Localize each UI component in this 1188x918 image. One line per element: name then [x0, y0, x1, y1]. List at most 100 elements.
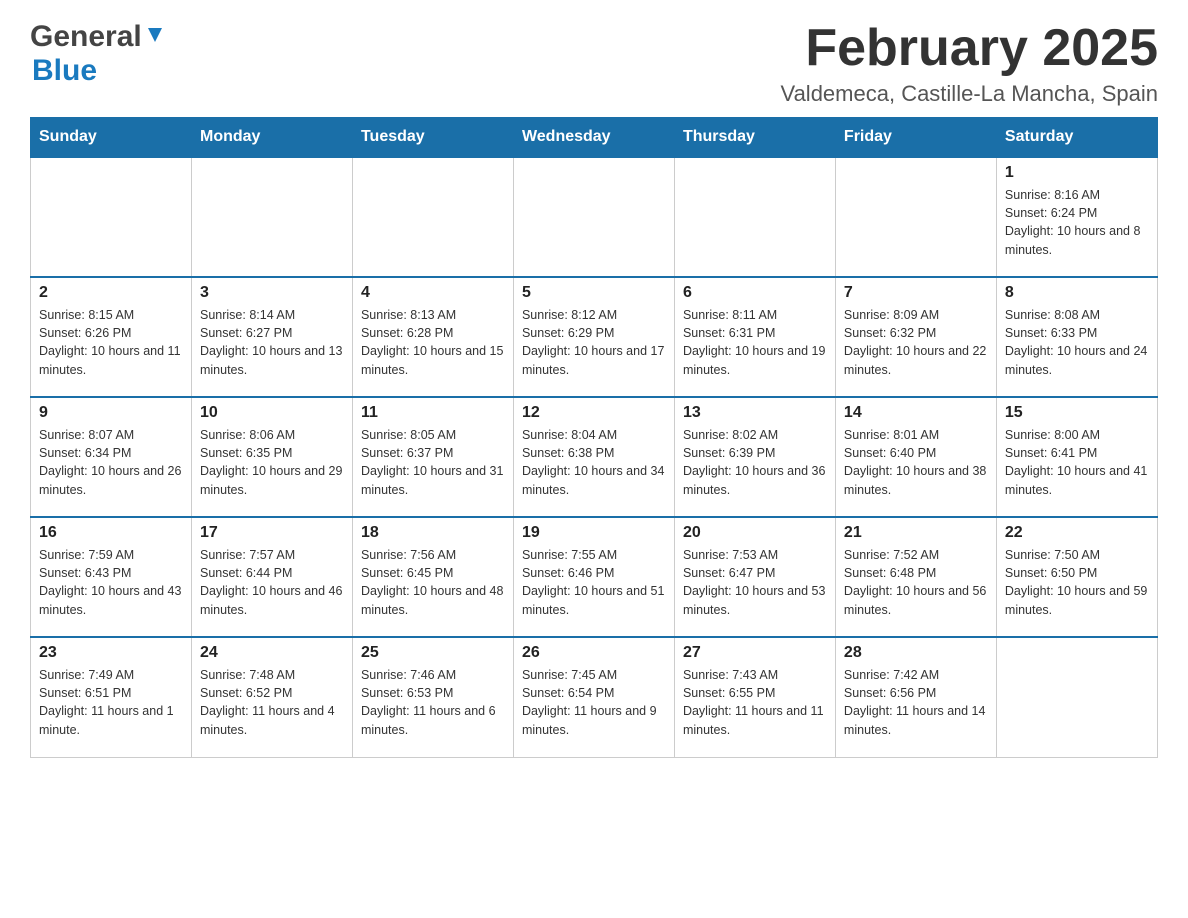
calendar-day: 17 Sunrise: 7:57 AMSunset: 6:44 PMDayligh… [191, 517, 352, 637]
calendar-day: 26Sunrise: 7:45 AMSunset: 6:54 PMDayligh… [513, 637, 674, 757]
day-info: Sunrise: 7:59 AMSunset: 6:43 PMDaylight:… [39, 546, 183, 619]
calendar-title: February 2025 [781, 20, 1158, 77]
calendar-day [191, 157, 352, 277]
day-info: Sunrise: 7:48 AMSunset: 6:52 PMDaylight:… [200, 666, 344, 739]
col-friday: Friday [835, 118, 996, 158]
calendar-day: 1 Sunrise: 8:16 AMSunset: 6:24 PMDaylight… [996, 157, 1157, 277]
day-number: 14 [844, 404, 988, 422]
day-number: 22 [1005, 524, 1149, 542]
day-info: Sunrise: 7:46 AMSunset: 6:53 PMDaylight:… [361, 666, 505, 739]
calendar-day: 13 Sunrise: 8:02 AMSunset: 6:39 PMDayligh… [674, 397, 835, 517]
calendar-day [513, 157, 674, 277]
day-info: Sunrise: 7:57 AMSunset: 6:44 PMDaylight:… [200, 546, 344, 619]
calendar-week-3: 9Sunrise: 8:07 AMSunset: 6:34 PMDaylight… [31, 397, 1158, 517]
calendar-day: 18Sunrise: 7:56 AMSunset: 6:45 PMDayligh… [352, 517, 513, 637]
day-info: Sunrise: 8:02 AMSunset: 6:39 PMDaylight:… [683, 426, 827, 499]
calendar-day [996, 637, 1157, 757]
calendar-day: 25Sunrise: 7:46 AMSunset: 6:53 PMDayligh… [352, 637, 513, 757]
day-info: Sunrise: 8:08 AMSunset: 6:33 PMDaylight:… [1005, 306, 1149, 379]
day-number: 18 [361, 524, 505, 542]
day-number: 26 [522, 644, 666, 662]
day-number: 2 [39, 284, 183, 302]
page-header: General Blue February 2025 Valdemeca, Ca… [30, 20, 1158, 107]
days-of-week-row: Sunday Monday Tuesday Wednesday Thursday… [31, 118, 1158, 158]
day-info: Sunrise: 7:43 AMSunset: 6:55 PMDaylight:… [683, 666, 827, 739]
calendar-day: 8 Sunrise: 8:08 AMSunset: 6:33 PMDaylight… [996, 277, 1157, 397]
calendar-day: 16 Sunrise: 7:59 AMSunset: 6:43 PMDayligh… [31, 517, 192, 637]
day-number: 15 [1005, 404, 1149, 422]
day-info: Sunrise: 7:50 AMSunset: 6:50 PMDaylight:… [1005, 546, 1149, 619]
calendar-day [31, 157, 192, 277]
calendar-week-2: 2Sunrise: 8:15 AMSunset: 6:26 PMDaylight… [31, 277, 1158, 397]
logo-general-text: General [30, 20, 142, 54]
day-number: 6 [683, 284, 827, 302]
calendar-day: 24 Sunrise: 7:48 AMSunset: 6:52 PMDayligh… [191, 637, 352, 757]
col-thursday: Thursday [674, 118, 835, 158]
calendar-day: 20 Sunrise: 7:53 AMSunset: 6:47 PMDayligh… [674, 517, 835, 637]
day-info: Sunrise: 8:09 AMSunset: 6:32 PMDaylight:… [844, 306, 988, 379]
calendar-day: 10 Sunrise: 8:06 AMSunset: 6:35 PMDayligh… [191, 397, 352, 517]
day-number: 20 [683, 524, 827, 542]
day-info: Sunrise: 8:16 AMSunset: 6:24 PMDaylight:… [1005, 186, 1149, 259]
day-number: 12 [522, 404, 666, 422]
calendar-table: Sunday Monday Tuesday Wednesday Thursday… [30, 117, 1158, 758]
calendar-day: 12 Sunrise: 8:04 AMSunset: 6:38 PMDayligh… [513, 397, 674, 517]
calendar-day: 4 Sunrise: 8:13 AMSunset: 6:28 PMDaylight… [352, 277, 513, 397]
calendar-day: 6Sunrise: 8:11 AMSunset: 6:31 PMDaylight… [674, 277, 835, 397]
day-number: 13 [683, 404, 827, 422]
day-number: 11 [361, 404, 505, 422]
logo-arrow-icon [144, 24, 166, 46]
day-number: 16 [39, 524, 183, 542]
calendar-day [674, 157, 835, 277]
calendar-day: 19 Sunrise: 7:55 AMSunset: 6:46 PMDayligh… [513, 517, 674, 637]
day-number: 4 [361, 284, 505, 302]
day-info: Sunrise: 7:49 AMSunset: 6:51 PMDaylight:… [39, 666, 183, 739]
day-info: Sunrise: 8:07 AMSunset: 6:34 PMDaylight:… [39, 426, 183, 499]
day-number: 7 [844, 284, 988, 302]
day-info: Sunrise: 7:53 AMSunset: 6:47 PMDaylight:… [683, 546, 827, 619]
calendar-day: 9Sunrise: 8:07 AMSunset: 6:34 PMDaylight… [31, 397, 192, 517]
day-number: 24 [200, 644, 344, 662]
calendar-day: 2Sunrise: 8:15 AMSunset: 6:26 PMDaylight… [31, 277, 192, 397]
calendar-day: 5Sunrise: 8:12 AMSunset: 6:29 PMDaylight… [513, 277, 674, 397]
calendar-day: 27Sunrise: 7:43 AMSunset: 6:55 PMDayligh… [674, 637, 835, 757]
day-number: 10 [200, 404, 344, 422]
logo: General Blue [30, 20, 166, 88]
col-tuesday: Tuesday [352, 118, 513, 158]
calendar-day: 22 Sunrise: 7:50 AMSunset: 6:50 PMDayligh… [996, 517, 1157, 637]
calendar-day: 28 Sunrise: 7:42 AMSunset: 6:56 PMDayligh… [835, 637, 996, 757]
calendar-day: 3Sunrise: 8:14 AMSunset: 6:27 PMDaylight… [191, 277, 352, 397]
day-info: Sunrise: 8:01 AMSunset: 6:40 PMDaylight:… [844, 426, 988, 499]
day-number: 19 [522, 524, 666, 542]
day-info: Sunrise: 8:14 AMSunset: 6:27 PMDaylight:… [200, 306, 344, 379]
logo-blue-line: Blue [30, 54, 97, 88]
col-saturday: Saturday [996, 118, 1157, 158]
logo-blue-text: Blue [32, 54, 97, 87]
calendar-day: 14 Sunrise: 8:01 AMSunset: 6:40 PMDayligh… [835, 397, 996, 517]
day-number: 8 [1005, 284, 1149, 302]
calendar-header: Sunday Monday Tuesday Wednesday Thursday… [31, 118, 1158, 158]
calendar-day: 21Sunrise: 7:52 AMSunset: 6:48 PMDayligh… [835, 517, 996, 637]
day-number: 17 [200, 524, 344, 542]
calendar-body: 1 Sunrise: 8:16 AMSunset: 6:24 PMDaylight… [31, 157, 1158, 757]
calendar-day [835, 157, 996, 277]
calendar-week-1: 1 Sunrise: 8:16 AMSunset: 6:24 PMDaylight… [31, 157, 1158, 277]
calendar-week-4: 16 Sunrise: 7:59 AMSunset: 6:43 PMDayligh… [31, 517, 1158, 637]
calendar-day: 11 Sunrise: 8:05 AMSunset: 6:37 PMDayligh… [352, 397, 513, 517]
day-number: 21 [844, 524, 988, 542]
day-number: 23 [39, 644, 183, 662]
calendar-subtitle: Valdemeca, Castille-La Mancha, Spain [781, 81, 1158, 107]
day-info: Sunrise: 8:04 AMSunset: 6:38 PMDaylight:… [522, 426, 666, 499]
day-info: Sunrise: 8:06 AMSunset: 6:35 PMDaylight:… [200, 426, 344, 499]
day-info: Sunrise: 8:05 AMSunset: 6:37 PMDaylight:… [361, 426, 505, 499]
day-number: 1 [1005, 164, 1149, 182]
calendar-day: 15 Sunrise: 8:00 AMSunset: 6:41 PMDayligh… [996, 397, 1157, 517]
day-info: Sunrise: 7:55 AMSunset: 6:46 PMDaylight:… [522, 546, 666, 619]
day-info: Sunrise: 8:00 AMSunset: 6:41 PMDaylight:… [1005, 426, 1149, 499]
col-monday: Monday [191, 118, 352, 158]
day-number: 28 [844, 644, 988, 662]
title-block: February 2025 Valdemeca, Castille-La Man… [781, 20, 1158, 107]
day-info: Sunrise: 7:42 AMSunset: 6:56 PMDaylight:… [844, 666, 988, 739]
col-wednesday: Wednesday [513, 118, 674, 158]
day-info: Sunrise: 8:13 AMSunset: 6:28 PMDaylight:… [361, 306, 505, 379]
